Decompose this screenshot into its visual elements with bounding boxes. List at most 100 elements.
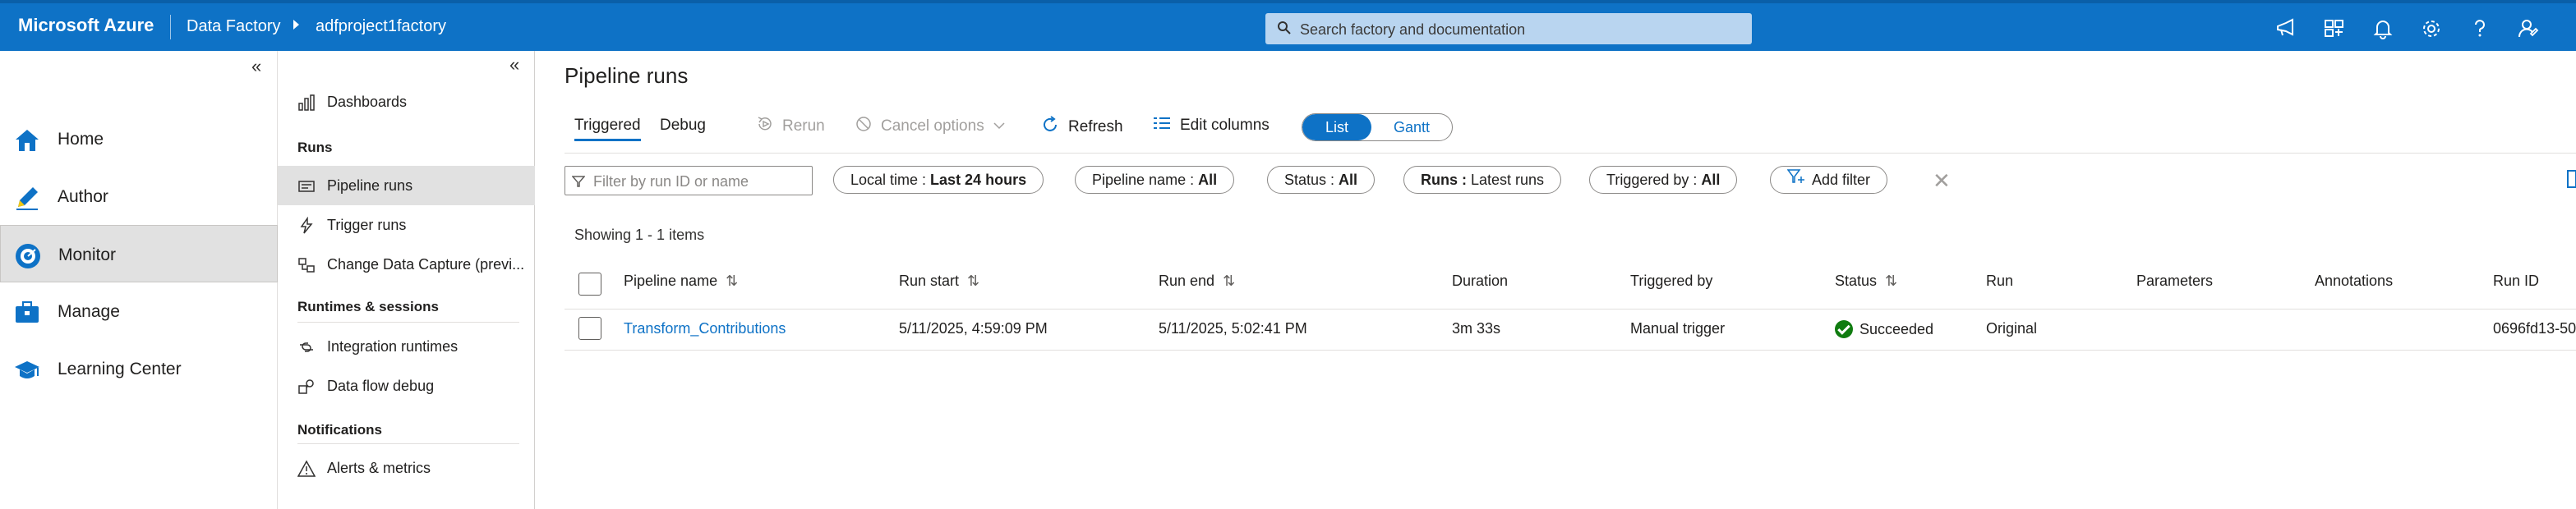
divider <box>297 322 519 323</box>
breadcrumb-factory[interactable]: adfproject1factory <box>316 17 446 36</box>
local-time-filter[interactable]: Local time : Last 24 hours <box>833 166 1044 194</box>
divider <box>297 443 519 444</box>
duration-value: 3m 33s <box>1452 320 1501 337</box>
refresh-label: Refresh <box>1068 118 1123 135</box>
subnav-label-pipeline-runs: Pipeline runs <box>327 177 413 194</box>
nav-item-home[interactable]: Home <box>0 110 278 167</box>
column-header-status[interactable]: Status ⇅ <box>1835 273 1897 290</box>
search-input[interactable] <box>1298 16 1745 43</box>
gantt-view-button[interactable]: Gantt <box>1371 114 1452 140</box>
collapse-nav-icon[interactable]: « <box>251 56 261 77</box>
row-checkbox[interactable] <box>578 317 601 340</box>
runs-heading: Runs <box>297 140 333 155</box>
status-badge: Succeeded <box>1835 320 1933 338</box>
table-header: Pipeline name ⇅ Run start ⇅ Run end ⇅ Durat… <box>565 259 2576 310</box>
top-bar: Microsoft Azure Data Factory adfproject1… <box>0 0 2576 51</box>
rerun-button[interactable]: Rerun <box>756 115 825 138</box>
directory-switch-icon[interactable] <box>2323 17 2346 40</box>
monitor-subnav: « Dashboards Runs Pipeline runs Trigger … <box>278 51 535 509</box>
column-header-duration[interactable]: Duration <box>1452 273 1508 290</box>
nav-label-home: Home <box>58 130 104 149</box>
subnav-item-change-data-capture[interactable]: Change Data Capture (previ... <box>278 245 535 284</box>
nav-label-monitor: Monitor <box>58 245 117 264</box>
help-icon[interactable] <box>2468 17 2491 40</box>
trigger-lightning-icon <box>297 216 316 235</box>
notifications-bell-icon[interactable] <box>2371 17 2394 40</box>
column-header-triggered-by[interactable]: Triggered by <box>1630 273 1712 290</box>
dashboard-chart-icon <box>297 94 316 112</box>
filter-run-id-input[interactable] <box>592 169 810 194</box>
tab-debug[interactable]: Debug <box>660 117 706 135</box>
list-view-button[interactable]: List <box>1302 114 1371 140</box>
filter-funnel-icon <box>571 175 586 192</box>
sort-icon[interactable]: ⇅ <box>1885 273 1897 289</box>
column-header-pipeline-name[interactable]: Pipeline name ⇅ <box>624 273 738 290</box>
pipeline-name-filter-label: Pipeline name : <box>1092 172 1199 188</box>
run-id-value[interactable]: 0696fd13-5020- <box>2493 320 2576 337</box>
nav-item-learning-center[interactable]: Learning Center <box>0 340 278 397</box>
triggered-by-filter-value: All <box>1701 172 1721 188</box>
run-end-value: 5/11/2025, 5:02:41 PM <box>1159 320 1307 337</box>
announcement-icon[interactable] <box>2274 17 2297 40</box>
add-filter-button[interactable]: Add filter <box>1770 166 1888 194</box>
sort-icon[interactable]: ⇅ <box>1223 273 1235 289</box>
column-header-run-end[interactable]: Run end ⇅ <box>1159 273 1235 290</box>
nav-item-monitor[interactable]: Monitor <box>0 225 278 282</box>
tab-triggered[interactable]: Triggered <box>574 117 641 141</box>
refresh-button[interactable]: Refresh <box>1040 115 1123 140</box>
triggered-by-value: Manual trigger <box>1630 320 1726 337</box>
search-box[interactable] <box>1265 13 1752 44</box>
integration-runtime-icon <box>297 338 316 356</box>
data-flow-debug-icon <box>297 378 316 396</box>
feedback-user-icon[interactable] <box>2517 17 2540 40</box>
edit-columns-button[interactable]: Edit columns <box>1152 115 1270 136</box>
column-header-run-id[interactable]: Run ID <box>2493 273 2539 290</box>
pipeline-name-filter[interactable]: Pipeline name : All <box>1075 166 1235 194</box>
subnav-item-dashboards[interactable]: Dashboards <box>278 82 535 122</box>
pipeline-name-link[interactable]: Transform_Contributions <box>624 320 786 337</box>
sort-icon[interactable]: ⇅ <box>726 273 738 289</box>
settings-gear-icon[interactable] <box>2420 17 2443 40</box>
nav-label-learning-center: Learning Center <box>58 360 182 378</box>
left-navigation: « Home Author Monitor Manage Learning Ce… <box>0 51 278 509</box>
breadcrumb-service[interactable]: Data Factory <box>187 17 280 36</box>
table-row[interactable]: Transform_Contributions 5/11/2025, 4:59:… <box>565 309 2576 351</box>
column-label: Pipeline name <box>624 273 718 289</box>
column-header-parameters[interactable]: Parameters <box>2136 273 2213 290</box>
column-label: Run end <box>1159 273 1215 289</box>
subnav-label-data-flow-debug: Data flow debug <box>327 378 435 394</box>
collapse-subnav-icon[interactable]: « <box>509 54 519 76</box>
column-header-annotations[interactable]: Annotations <box>2315 273 2393 290</box>
notifications-heading: Notifications <box>297 422 382 438</box>
nav-label-author: Author <box>58 187 108 206</box>
column-header-run[interactable]: Run <box>1986 273 2013 290</box>
filter-box[interactable] <box>565 166 813 195</box>
select-all-checkbox[interactable] <box>578 273 601 296</box>
local-time-filter-value: Last 24 hours <box>930 172 1027 188</box>
cancel-options-label: Cancel options <box>881 117 984 135</box>
run-type-value: Original <box>1986 320 2038 337</box>
copy-icon[interactable] <box>2564 167 2576 192</box>
triggered-by-filter[interactable]: Triggered by : All <box>1589 166 1738 194</box>
clear-filters-close-icon[interactable]: ✕ <box>1933 168 1951 194</box>
column-header-run-start[interactable]: Run start ⇅ <box>899 273 979 290</box>
cancel-circle-icon <box>855 115 873 138</box>
chevron-down-icon <box>993 117 1006 135</box>
subnav-label-alerts-metrics: Alerts & metrics <box>327 460 431 476</box>
refresh-icon <box>1040 115 1060 140</box>
cancel-options-button[interactable]: Cancel options <box>855 115 1006 138</box>
subnav-item-integration-runtimes[interactable]: Integration runtimes <box>278 327 535 366</box>
subnav-item-pipeline-runs[interactable]: Pipeline runs <box>278 166 535 205</box>
pipeline-runs-icon <box>297 177 316 195</box>
brand-title[interactable]: Microsoft Azure <box>18 15 154 36</box>
subnav-item-alerts-metrics[interactable]: Alerts & metrics <box>278 448 535 488</box>
breadcrumb-chevron-icon <box>291 15 302 39</box>
sort-descending-icon[interactable]: ⇅ <box>967 273 979 289</box>
subnav-item-trigger-runs[interactable]: Trigger runs <box>278 205 535 245</box>
runs-filter[interactable]: Runs : Latest runs <box>1403 166 1562 194</box>
subnav-label-change-data-capture: Change Data Capture (previ... <box>327 256 525 273</box>
nav-item-manage[interactable]: Manage <box>0 282 278 340</box>
subnav-item-data-flow-debug[interactable]: Data flow debug <box>278 366 535 406</box>
nav-item-author[interactable]: Author <box>0 167 278 225</box>
status-filter[interactable]: Status : All <box>1267 166 1376 194</box>
